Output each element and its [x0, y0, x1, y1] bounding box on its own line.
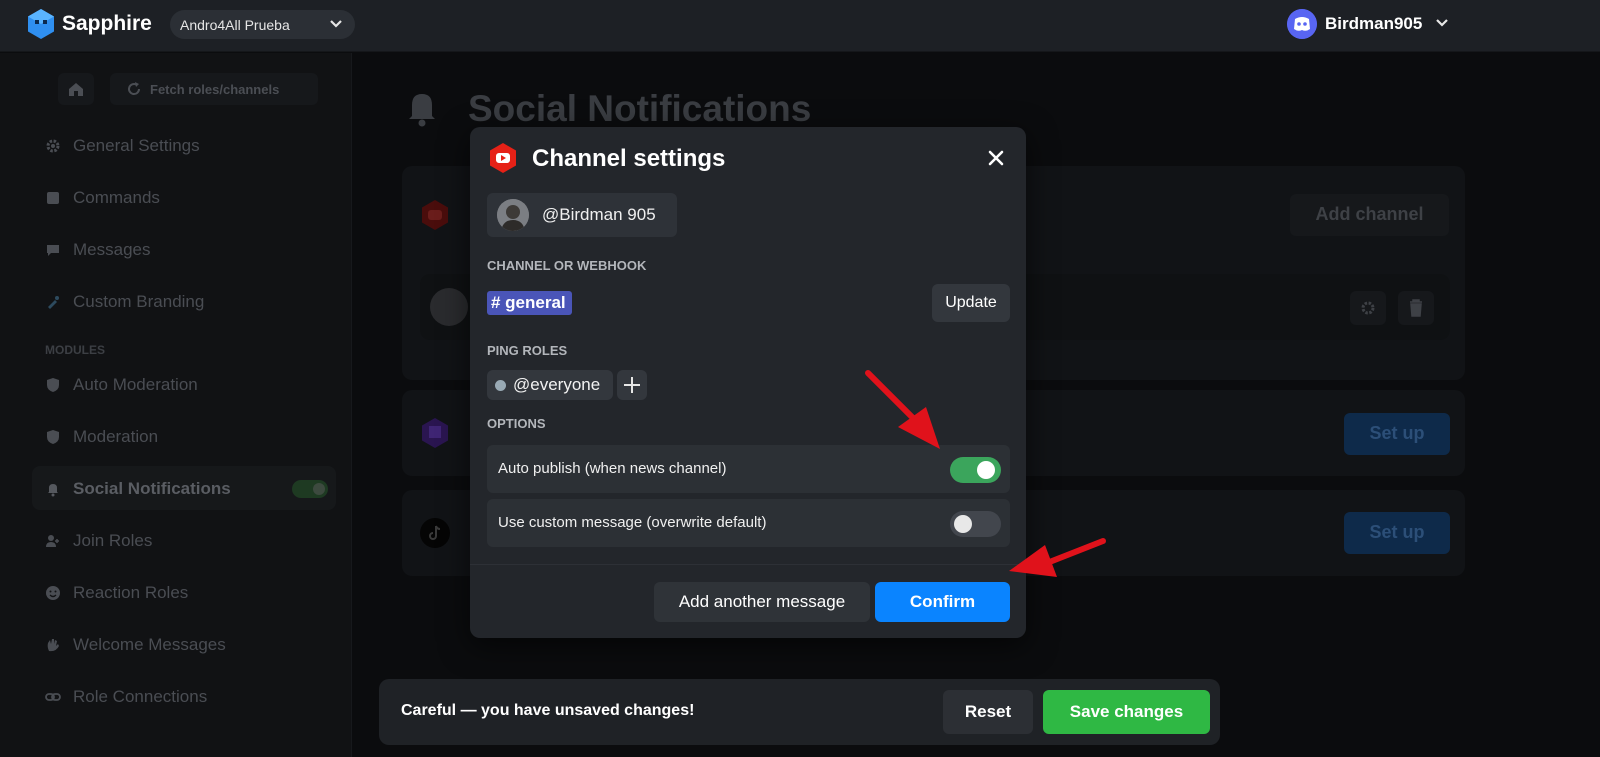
red-arrow-icon	[865, 370, 940, 449]
sidebar-item-label: Join Roles	[73, 531, 153, 550]
twitch-icon	[422, 418, 448, 448]
sidebar-item-label: Social Notifications	[73, 479, 231, 498]
gear-icon	[1361, 301, 1375, 315]
close-icon[interactable]	[987, 149, 1005, 167]
red-arrow-icon	[1009, 538, 1106, 577]
options-label: OPTIONS	[487, 416, 546, 431]
custom-message-toggle[interactable]	[950, 511, 1001, 537]
social-notifications-toggle[interactable]	[292, 480, 328, 498]
add-another-message-button[interactable]: Add another message	[654, 582, 870, 622]
role-chip-everyone[interactable]: @everyone	[487, 370, 613, 400]
sidebar-item-label: Moderation	[73, 427, 159, 446]
add-channel-button[interactable]: Add channel	[1290, 194, 1449, 236]
sidebar-item-label: Custom Branding	[73, 292, 205, 311]
twitch-setup-button[interactable]: Set up	[1344, 413, 1450, 455]
option-label: Use custom message (overwrite default)	[498, 514, 767, 531]
toggle-knob	[954, 515, 972, 533]
page-title: Social Notifications	[468, 88, 812, 129]
update-button[interactable]: Update	[932, 284, 1010, 322]
command-icon	[47, 192, 59, 204]
confirm-button[interactable]: Confirm	[875, 582, 1010, 622]
tiktok-icon	[420, 518, 450, 548]
link-icon	[45, 693, 61, 701]
auto-publish-toggle[interactable]	[950, 457, 1001, 483]
sidebar-divider	[351, 53, 352, 757]
sidebar-item-label: General Settings	[73, 136, 200, 155]
server-selector[interactable]: Andro4All Prueba	[170, 10, 355, 39]
channel-avatar	[430, 288, 468, 326]
brand-name[interactable]: Sapphire	[62, 12, 152, 36]
account-handle: @Birdman 905	[542, 205, 656, 224]
shield-icon	[47, 378, 59, 392]
ping-roles-label: PING ROLES	[487, 343, 568, 358]
wave-icon	[47, 639, 59, 652]
smile-icon	[46, 586, 60, 600]
account-chip: @Birdman 905	[487, 193, 677, 237]
toggle-knob	[977, 461, 995, 479]
refresh-icon	[128, 82, 141, 95]
sidebar-item-label: Role Connections	[73, 687, 208, 706]
sidebar-item-label: Reaction Roles	[73, 583, 189, 602]
sidebar-item-label: Welcome Messages	[73, 635, 226, 654]
bell-icon	[409, 94, 435, 127]
channel-settings-button[interactable]	[1350, 291, 1386, 325]
fetch-label: Fetch roles/channels	[150, 82, 280, 97]
account-avatar	[497, 199, 529, 231]
modal-separator	[470, 564, 1026, 565]
user-name: Birdman905	[1325, 14, 1423, 33]
top-bar: Sapphire Andro4All Prueba Birdman905	[0, 0, 1600, 52]
sidebar-item-label: Messages	[73, 240, 151, 259]
option-label: Auto publish (when news channel)	[498, 460, 727, 477]
fetch-roles-button[interactable]: Fetch roles/channels	[110, 73, 318, 105]
youtube-icon	[490, 143, 516, 173]
channel-section-label: CHANNEL OR WEBHOOK	[487, 258, 647, 273]
brush-icon	[48, 296, 59, 309]
option-custom-message: Use custom message (overwrite default)	[487, 499, 1010, 547]
chevron-down-icon	[1436, 19, 1448, 27]
tiktok-setup-button[interactable]: Set up	[1344, 512, 1450, 554]
youtube-icon	[422, 200, 448, 230]
chat-icon	[47, 245, 59, 256]
sapphire-logo-icon[interactable]	[26, 8, 56, 40]
shield-icon	[47, 430, 59, 444]
home-icon	[69, 83, 83, 96]
sidebar-item-label: Auto Moderation	[73, 375, 198, 394]
sidebar: Fetch roles/channels General Settings Co…	[0, 53, 352, 757]
channel-mention[interactable]: # general	[487, 291, 572, 315]
plus-icon	[624, 377, 640, 393]
server-name: Andro4All Prueba	[180, 17, 290, 33]
unsaved-changes-bar: Careful — you have unsaved changes! Rese…	[379, 679, 1220, 745]
save-changes-button[interactable]: Save changes	[1043, 690, 1210, 734]
add-role-button[interactable]	[617, 370, 647, 400]
sidebar-item-label: Commands	[73, 188, 160, 207]
role-color-dot	[495, 380, 506, 391]
bell-icon	[48, 484, 58, 497]
role-name: @everyone	[513, 375, 601, 394]
trash-icon	[1410, 299, 1422, 317]
discord-avatar-icon	[1287, 9, 1317, 39]
reset-button[interactable]: Reset	[943, 690, 1033, 734]
modal-title: Channel settings	[532, 145, 726, 172]
chevron-down-icon	[330, 20, 342, 28]
delete-channel-button[interactable]	[1398, 291, 1434, 325]
user-add-icon	[46, 535, 59, 547]
modules-heading: MODULES	[45, 343, 105, 357]
home-button[interactable]	[58, 73, 94, 105]
gear-icon	[46, 139, 60, 153]
unsaved-message: Careful — you have unsaved changes!	[401, 702, 695, 719]
